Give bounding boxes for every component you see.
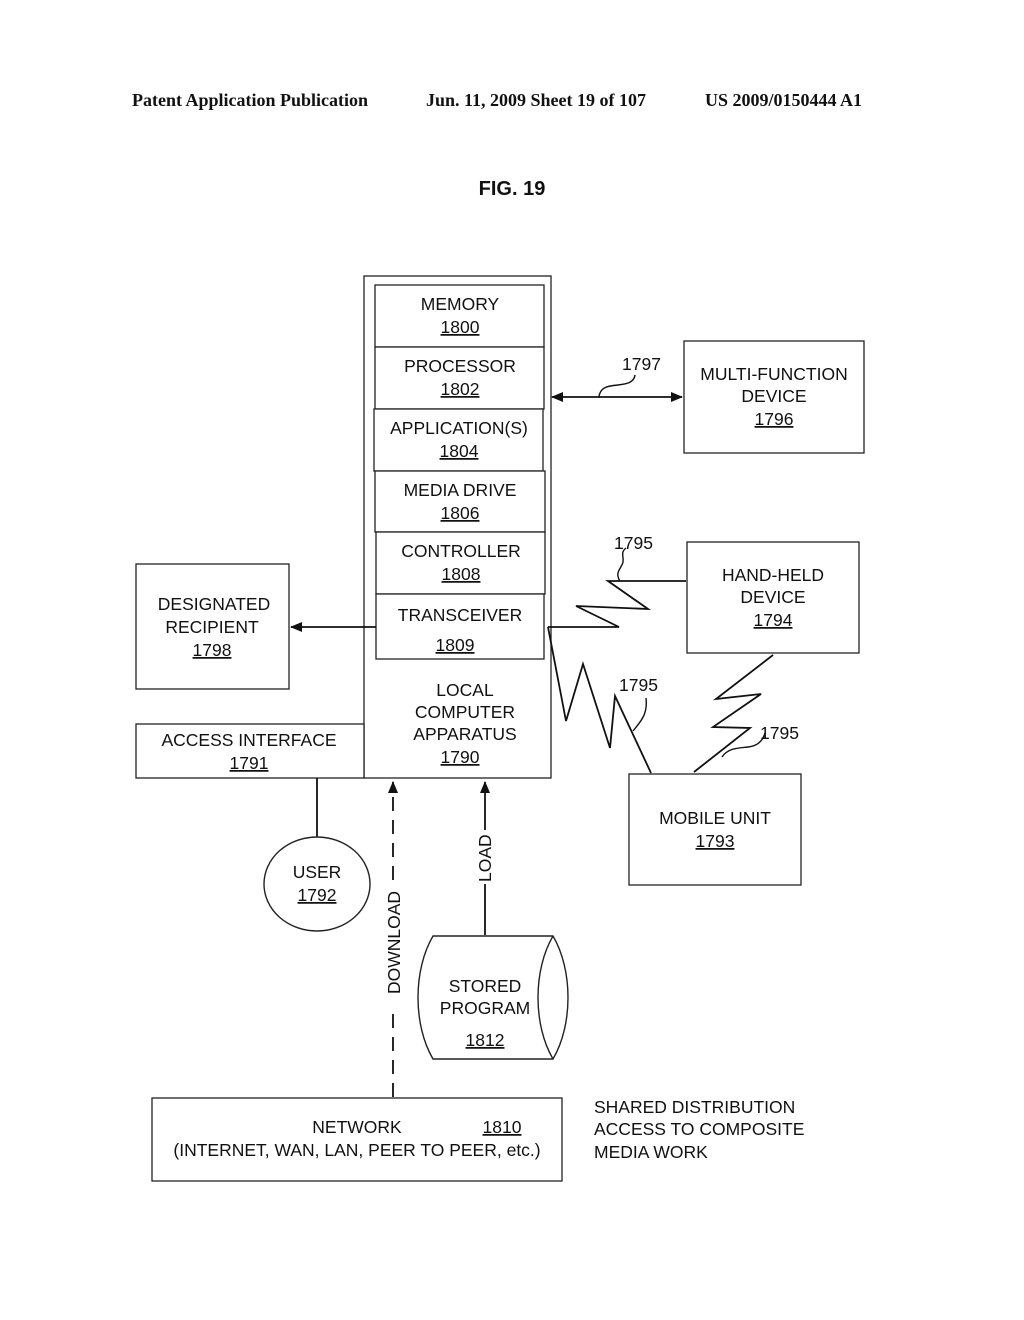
- apparatus-label-line1: LOCAL: [436, 680, 494, 700]
- caption-line3: MEDIA WORK: [594, 1142, 708, 1162]
- network-label: NETWORK: [312, 1117, 402, 1137]
- user-number: 1792: [298, 885, 337, 905]
- applications-number: 1804: [440, 441, 479, 461]
- apparatus-label-line2: COMPUTER: [415, 702, 515, 722]
- stored-program: STORED PROGRAM 1812: [417, 935, 569, 1060]
- network-sublabel: (INTERNET, WAN, LAN, PEER TO PEER, etc.): [173, 1140, 540, 1160]
- multi-function-device: MULTI-FUNCTION DEVICE 1796: [683, 340, 865, 454]
- applications-label: APPLICATION(S): [390, 418, 528, 438]
- wireless-link-mobile: [547, 626, 652, 774]
- handheld-label-line1: HAND-HELD: [722, 565, 824, 585]
- component-processor: PROCESSOR 1802: [374, 346, 545, 410]
- recipient-number: 1798: [193, 640, 232, 660]
- link-label-1797: 1797: [622, 354, 661, 374]
- memory-label: MEMORY: [421, 294, 500, 314]
- stored-program-label-line1: STORED: [449, 976, 522, 996]
- stored-program-label-line2: PROGRAM: [440, 998, 530, 1018]
- handheld-number: 1794: [754, 610, 793, 630]
- component-transceiver: TRANSCEIVER 1809: [375, 593, 545, 660]
- mfd-number: 1796: [755, 409, 794, 429]
- mobile-unit-number: 1793: [696, 831, 735, 851]
- component-applications: APPLICATION(S) 1804: [373, 408, 544, 472]
- access-interface-label: ACCESS INTERFACE: [161, 730, 336, 750]
- memory-number: 1800: [441, 317, 480, 337]
- component-memory: MEMORY 1800: [374, 284, 545, 348]
- hand-held-device: HAND-HELD DEVICE 1794: [686, 541, 860, 654]
- wireless-link-handheld-mobile: [693, 654, 774, 773]
- transceiver-number: 1809: [436, 635, 475, 655]
- leader-1795-mobile: [632, 697, 648, 732]
- user: USER 1792: [263, 836, 371, 932]
- apparatus-label-line3: APPARATUS: [413, 724, 516, 744]
- user-label: USER: [293, 862, 342, 882]
- local-computer-apparatus: MEMORY 1800 PROCESSOR 1802 APPLICATION(S…: [363, 275, 552, 779]
- controller-number: 1808: [442, 564, 481, 584]
- controller-label: CONTROLLER: [401, 541, 521, 561]
- transceiver-label: TRANSCEIVER: [398, 605, 522, 625]
- media-drive-number: 1806: [441, 503, 480, 523]
- wireless-link-handheld: [548, 580, 686, 628]
- processor-label: PROCESSOR: [404, 356, 516, 376]
- access-interface: ACCESS INTERFACE 1791: [135, 723, 365, 779]
- recipient-label-line1: DESIGNATED: [158, 594, 270, 614]
- component-controller: CONTROLLER 1808: [375, 531, 546, 595]
- processor-number: 1802: [441, 379, 480, 399]
- leader-1797: [598, 374, 636, 398]
- link-label-1795-handheld: 1795: [614, 533, 653, 553]
- mobile-unit: MOBILE UNIT 1793: [628, 773, 802, 886]
- link-label-1795-mobile: 1795: [619, 675, 658, 695]
- caption-line1: SHARED DISTRIBUTION: [594, 1097, 795, 1117]
- download-label: DOWNLOAD: [384, 891, 404, 994]
- network: NETWORK 1810 (INTERNET, WAN, LAN, PEER T…: [151, 1097, 563, 1182]
- stored-program-number: 1812: [466, 1030, 505, 1050]
- system-diagram: MEMORY 1800 PROCESSOR 1802 APPLICATION(S…: [135, 275, 865, 1182]
- mobile-unit-label: MOBILE UNIT: [659, 808, 771, 828]
- apparatus-number: 1790: [441, 747, 480, 767]
- recipient-label-line2: RECIPIENT: [165, 617, 259, 637]
- mfd-label-line1: MULTI-FUNCTION: [700, 364, 847, 384]
- component-media-drive: MEDIA DRIVE 1806: [374, 470, 546, 533]
- handheld-label-line2: DEVICE: [740, 587, 805, 607]
- load-label: LOAD: [475, 834, 495, 882]
- access-interface-number: 1791: [230, 753, 269, 773]
- caption-line2: ACCESS TO COMPOSITE: [594, 1119, 804, 1139]
- network-number: 1810: [483, 1117, 522, 1137]
- figure-caption: SHARED DISTRIBUTION ACCESS TO COMPOSITE …: [594, 1097, 804, 1162]
- link-label-1795-handheld-mobile: 1795: [760, 723, 799, 743]
- designated-recipient: DESIGNATED RECIPIENT 1798: [135, 563, 290, 690]
- media-drive-label: MEDIA DRIVE: [404, 480, 517, 500]
- mfd-label-line2: DEVICE: [741, 386, 806, 406]
